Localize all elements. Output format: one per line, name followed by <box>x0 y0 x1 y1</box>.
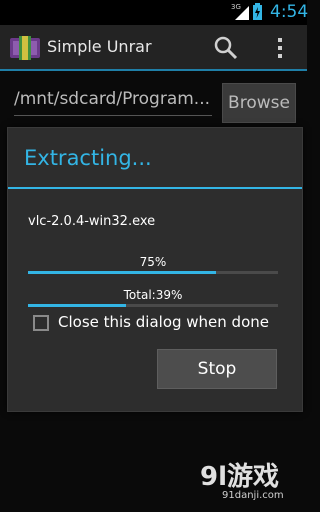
watermark-url: 91danji.com <box>222 490 284 501</box>
overflow-menu-icon[interactable] <box>270 37 290 59</box>
current-file-name: vlc-2.0.4-win32.exe <box>28 214 156 229</box>
action-bar: Simple Unrar <box>0 25 307 71</box>
app-title: Simple Unrar <box>47 37 152 56</box>
file-progress-fill <box>28 271 216 274</box>
close-when-done-checkbox[interactable] <box>33 315 49 331</box>
watermark-logo: 9l游戏 <box>200 462 280 492</box>
extract-dialog: Extracting... vlc-2.0.4-win32.exe 75% To… <box>7 127 303 412</box>
clock: 4:54 <box>270 2 309 22</box>
browse-button[interactable]: Browse <box>222 83 296 123</box>
watermark: 9l游戏 91danji.com <box>200 456 300 506</box>
total-progress-bar <box>28 304 278 307</box>
signal-icon <box>235 6 249 20</box>
battery-charging-icon <box>253 3 262 20</box>
total-progress-fill <box>28 304 126 307</box>
dialog-title-divider <box>8 187 302 189</box>
stop-button[interactable]: Stop <box>157 349 277 389</box>
dialog-title: Extracting... <box>24 146 152 170</box>
file-progress-label: 75% <box>139 255 167 269</box>
path-input[interactable]: /mnt/sdcard/Program... <box>14 83 212 116</box>
app-icon[interactable] <box>10 34 40 60</box>
total-progress-label: Total:39% <box>123 288 183 302</box>
close-when-done-label[interactable]: Close this dialog when done <box>58 313 269 331</box>
status-bar: 3G 4:54 <box>0 0 309 25</box>
file-progress-bar <box>28 271 278 274</box>
search-icon[interactable] <box>213 35 239 61</box>
